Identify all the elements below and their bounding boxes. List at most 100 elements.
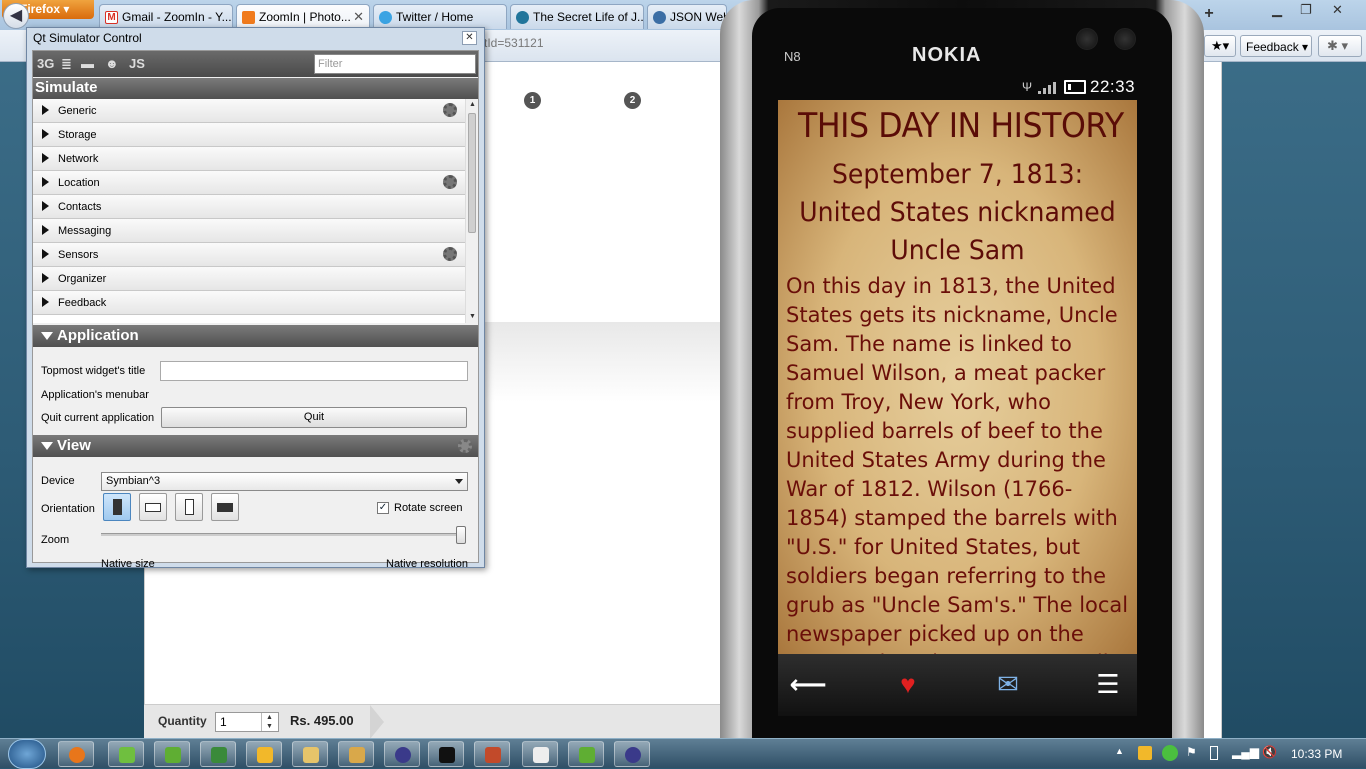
gear-icon[interactable] bbox=[458, 439, 472, 453]
tab-twitter[interactable]: Twitter / Home bbox=[373, 4, 507, 29]
sim-item-sensors[interactable]: Sensors bbox=[33, 243, 465, 267]
url-bar[interactable]: ctId=531121 bbox=[478, 36, 544, 50]
zoom-slider-handle[interactable] bbox=[456, 526, 466, 544]
addon-button[interactable]: ✱ ▾ bbox=[1318, 35, 1362, 57]
topmost-title-field[interactable] bbox=[160, 361, 468, 381]
sim-item-contacts[interactable]: Contacts bbox=[33, 195, 465, 219]
list-icon[interactable]: ≣ bbox=[61, 56, 72, 72]
sim-item-storage[interactable]: Storage bbox=[33, 123, 465, 147]
sim-item-location[interactable]: Location bbox=[33, 171, 465, 195]
start-button[interactable] bbox=[8, 739, 46, 769]
zoomin-icon bbox=[242, 11, 255, 24]
quantity-stepper[interactable]: ▲ ▼ bbox=[261, 713, 277, 731]
notepad-taskbar-button[interactable] bbox=[522, 741, 558, 767]
security-tray-icon[interactable] bbox=[1162, 745, 1178, 761]
collapse-icon bbox=[41, 442, 53, 450]
network-taskbar-button[interactable] bbox=[200, 741, 236, 767]
device-select[interactable]: Symbian^3 bbox=[101, 472, 468, 491]
close-tab-icon[interactable]: ✕ bbox=[353, 9, 364, 25]
3g-icon[interactable]: 3G bbox=[37, 56, 54, 71]
scroll-thumb[interactable] bbox=[468, 113, 476, 233]
sim-item-generic[interactable]: Generic bbox=[33, 99, 465, 123]
gear-icon[interactable] bbox=[443, 247, 457, 261]
eclipse2-taskbar-button[interactable] bbox=[614, 741, 650, 767]
filter-input[interactable]: Filter bbox=[314, 54, 476, 74]
back-button[interactable]: ◀ bbox=[3, 3, 29, 29]
native-size-label[interactable]: Native size bbox=[101, 558, 155, 570]
minimize-icon[interactable]: ▁ bbox=[1272, 2, 1282, 18]
rotate-screen-label: Rotate screen bbox=[394, 502, 463, 514]
step-2-badge: 2 bbox=[624, 92, 641, 109]
tab-gmail[interactable]: M Gmail - ZoomIn - Y... bbox=[99, 4, 233, 29]
flag-tray-icon[interactable]: ⚑ bbox=[1186, 745, 1197, 759]
rotate-screen-checkbox[interactable]: ✓ bbox=[377, 502, 389, 514]
close-icon[interactable]: ✕ bbox=[462, 31, 477, 45]
tab-json-web[interactable]: JSON Web bbox=[647, 4, 727, 29]
phone-screen: THIS DAY IN HISTORY September 7, 1813: U… bbox=[778, 100, 1137, 654]
qt-taskbar-button[interactable] bbox=[154, 741, 190, 767]
history-body: On this day in 1813, the United States g… bbox=[786, 274, 1129, 654]
scroll-up-icon[interactable]: ▲ bbox=[469, 101, 476, 108]
simulate-scrollbar[interactable]: ▲ ▼ bbox=[465, 99, 478, 323]
power-tray-icon[interactable] bbox=[1210, 746, 1218, 760]
application-header[interactable]: Application bbox=[33, 325, 478, 347]
show-hidden-icon[interactable]: ▲ bbox=[1115, 746, 1124, 756]
orientation-portrait-flipped-button[interactable] bbox=[175, 493, 203, 521]
restore-icon[interactable]: ❐ bbox=[1300, 2, 1312, 18]
qt-creator-taskbar-button[interactable] bbox=[108, 741, 144, 767]
tab-secret-life[interactable]: The Secret Life of J... bbox=[510, 4, 644, 29]
expand-icon bbox=[42, 273, 49, 283]
taskbar: ▲ ⚑ ▂▄▆ 🔇 10:33 PM bbox=[0, 738, 1366, 769]
twitter-icon bbox=[379, 11, 392, 24]
close-window-icon[interactable]: ✕ bbox=[1332, 2, 1343, 18]
menubar-label: Application's menubar bbox=[41, 389, 149, 401]
sensor-icon bbox=[1076, 28, 1098, 50]
scroll-down-icon[interactable]: ▼ bbox=[469, 313, 476, 320]
menu-icon[interactable]: ☰ bbox=[1088, 668, 1128, 702]
gear-icon[interactable] bbox=[443, 103, 457, 117]
simulator-toolbar: 3G ≣ ▬ ☻ JS Filter bbox=[33, 51, 478, 77]
qt-simulator-taskbar-button[interactable] bbox=[568, 741, 604, 767]
js-icon[interactable]: JS bbox=[129, 56, 145, 71]
eclipse-taskbar-button[interactable] bbox=[384, 741, 420, 767]
collapse-icon bbox=[41, 332, 53, 340]
sim-item-feedback[interactable]: Feedback bbox=[33, 291, 465, 315]
chart-taskbar-button[interactable] bbox=[474, 741, 510, 767]
sensor-icon[interactable]: ☻ bbox=[105, 56, 119, 71]
phone-softkey-bar: ⟵ ♥ ✉ ☰ bbox=[778, 654, 1137, 716]
history-headline: September 7, 1813: United States nicknam… bbox=[799, 159, 1116, 266]
heart-icon[interactable]: ♥ bbox=[888, 668, 928, 702]
system-clock[interactable]: 10:33 PM bbox=[1291, 747, 1342, 761]
signal-icon bbox=[1038, 80, 1060, 94]
volume-tray-icon[interactable]: 🔇 bbox=[1262, 745, 1277, 759]
simulate-list: Generic Storage Network Location Contact… bbox=[33, 99, 465, 323]
star-icon: ★▾ bbox=[1211, 38, 1230, 53]
orientation-portrait-button[interactable] bbox=[103, 493, 131, 521]
battery-icon[interactable]: ▬ bbox=[81, 56, 94, 71]
view-header[interactable]: View bbox=[33, 435, 478, 457]
gear-icon[interactable] bbox=[443, 175, 457, 189]
network-tray-icon[interactable]: ▂▄▆ bbox=[1232, 745, 1259, 759]
outlook-taskbar-button[interactable] bbox=[246, 741, 282, 767]
tab-zoomin[interactable]: ZoomIn | Photo... ✕ bbox=[236, 4, 370, 29]
firefox-taskbar-button[interactable] bbox=[58, 741, 94, 767]
cmd-taskbar-button[interactable] bbox=[428, 741, 464, 767]
native-resolution-label[interactable]: Native resolution bbox=[386, 558, 468, 570]
sim-item-network[interactable]: Network bbox=[33, 147, 465, 171]
quit-button[interactable]: Quit bbox=[161, 407, 467, 428]
bookmark-button[interactable]: ★▾ bbox=[1204, 35, 1236, 57]
share-icon[interactable]: ✉ bbox=[988, 668, 1028, 702]
edit-taskbar-button[interactable] bbox=[338, 741, 374, 767]
sim-item-organizer[interactable]: Organizer bbox=[33, 267, 465, 291]
zoom-slider[interactable] bbox=[101, 533, 465, 536]
orientation-landscape-button[interactable] bbox=[139, 493, 167, 521]
puzzle-icon: ✱ ▾ bbox=[1327, 38, 1349, 53]
explorer-taskbar-button[interactable] bbox=[292, 741, 328, 767]
sim-item-messaging[interactable]: Messaging bbox=[33, 219, 465, 243]
outlook-tray-icon[interactable] bbox=[1138, 746, 1152, 760]
feedback-button[interactable]: Feedback ▾ bbox=[1240, 35, 1312, 57]
quantity-bar: Quantity 1 ▲ ▼ Rs. 495.00 bbox=[144, 704, 724, 739]
orientation-landscape-flipped-button[interactable] bbox=[211, 493, 239, 521]
quantity-label: Quantity bbox=[158, 714, 207, 728]
back-arrow-icon[interactable]: ⟵ bbox=[788, 668, 828, 702]
